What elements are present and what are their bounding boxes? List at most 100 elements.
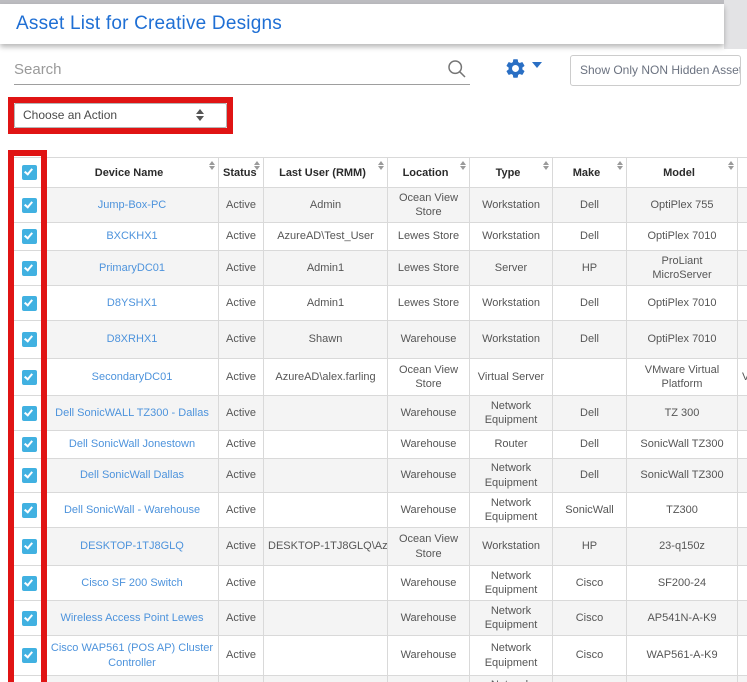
device-name-link[interactable]: BXCKHX1	[45, 222, 219, 251]
cell-status: Active	[218, 187, 264, 223]
sort-icon[interactable]	[209, 161, 215, 170]
checkmark-icon	[23, 370, 33, 381]
row-checkbox[interactable]	[21, 437, 37, 452]
row-checkbox[interactable]	[21, 468, 37, 483]
cell-clipped: V	[737, 358, 747, 396]
table-row: Cisco WAP561 (Device AP) Active Warehous…	[12, 675, 747, 682]
row-checkbox-cell	[12, 458, 46, 493]
cell-model: WAP561-A-K9	[626, 675, 738, 682]
row-checkbox[interactable]	[21, 610, 37, 626]
title-card: Asset List for Creative Designs	[0, 4, 724, 44]
cell-location: Warehouse	[387, 458, 470, 493]
cell-make: Dell	[552, 458, 627, 493]
device-name-link[interactable]: Dell SonicWALL TZ300 - Dallas	[45, 395, 219, 431]
cell-location: Warehouse	[387, 600, 470, 636]
row-checkbox[interactable]	[21, 539, 37, 554]
device-name-link[interactable]: Cisco WAP561 (Device AP)	[45, 675, 219, 682]
row-checkbox-cell	[12, 635, 46, 676]
cell-make: Cisco	[552, 600, 627, 636]
device-name-link[interactable]: Cisco WAP561 (POS AP) Cluster Controller	[45, 635, 219, 676]
checkmark-icon	[23, 166, 33, 176]
device-name-link[interactable]: SecondaryDC01	[45, 358, 219, 396]
header-type[interactable]: Type	[469, 157, 553, 188]
search-input[interactable]	[14, 56, 444, 82]
sort-icon[interactable]	[543, 161, 549, 170]
choose-an-action-select[interactable]: Choose an Action	[14, 103, 227, 128]
cell-last-user: Admin	[263, 187, 388, 223]
cell-status: Active	[218, 527, 264, 566]
device-name-link[interactable]: D8XRHX1	[45, 320, 219, 359]
cell-last-user: AzureAD\alex.farling	[263, 358, 388, 396]
device-name-link[interactable]: Cisco SF 200 Switch	[45, 565, 219, 601]
cell-status: Active	[218, 250, 264, 286]
cell-type: Workstation	[469, 187, 553, 223]
cell-status: Active	[218, 458, 264, 493]
cell-make: Dell	[552, 430, 627, 459]
row-checkbox[interactable]	[21, 197, 37, 213]
row-checkbox[interactable]	[21, 369, 37, 385]
row-checkbox[interactable]	[21, 648, 37, 663]
checkmark-icon	[23, 611, 33, 622]
row-checkbox[interactable]	[21, 405, 37, 421]
row-checkbox[interactable]	[21, 502, 37, 518]
device-name-link[interactable]: Jump-Box-PC	[45, 187, 219, 223]
cell-location: Lewes Store	[387, 250, 470, 286]
cell-make: Cisco	[552, 675, 627, 682]
row-checkbox-cell	[12, 565, 46, 601]
header-label: Model	[663, 166, 695, 179]
sort-icon[interactable]	[728, 161, 734, 170]
sort-icon[interactable]	[617, 161, 623, 170]
sort-icon[interactable]	[254, 161, 260, 170]
device-name-link[interactable]: DESKTOP-1TJ8GLQ	[45, 527, 219, 566]
header-label: Status	[223, 166, 257, 179]
row-checkbox-cell	[12, 430, 46, 459]
cell-clipped	[737, 250, 747, 286]
sort-icon[interactable]	[460, 161, 466, 170]
action-select-value: Choose an Action	[23, 108, 118, 122]
checkmark-icon	[23, 333, 33, 343]
row-checkbox[interactable]	[21, 260, 37, 276]
page-title: Asset List for Creative Designs	[16, 13, 282, 34]
device-name-link[interactable]: D8YSHX1	[45, 285, 219, 321]
cell-model: SF200-24	[626, 565, 738, 601]
checkmark-icon	[23, 649, 33, 659]
checkmark-icon	[23, 503, 33, 514]
device-name-link[interactable]: PrimaryDC01	[45, 250, 219, 286]
checkmark-icon	[23, 469, 33, 479]
cell-status: Active	[218, 675, 264, 682]
device-name-link[interactable]: Dell SonicWall - Warehouse	[45, 492, 219, 528]
header-status[interactable]: Status	[218, 157, 264, 188]
header-location[interactable]: Location	[387, 157, 470, 188]
sort-icon[interactable]	[378, 161, 384, 170]
asset-visibility-filter[interactable]: Show Only NON Hidden Assets	[570, 55, 741, 86]
cell-clipped	[737, 430, 747, 459]
settings-menu-button[interactable]	[504, 57, 542, 81]
row-checkbox[interactable]	[21, 575, 37, 591]
cell-status: Active	[218, 395, 264, 431]
device-name-link[interactable]: Dell SonicWall Dallas	[45, 458, 219, 493]
header-last-user[interactable]: Last User (RMM)	[263, 157, 388, 188]
header-make[interactable]: Make	[552, 157, 627, 188]
cell-make: Cisco	[552, 565, 627, 601]
device-name-link[interactable]: Dell SonicWall Jonestown	[45, 430, 219, 459]
cell-last-user	[263, 492, 388, 528]
cell-last-user	[263, 395, 388, 431]
table-row: SecondaryDC01 Active AzureAD\alex.farlin…	[12, 358, 747, 396]
select-all-checkbox[interactable]	[21, 165, 37, 180]
header-model[interactable]: Model	[626, 157, 738, 188]
search-icon[interactable]	[447, 59, 467, 79]
row-checkbox[interactable]	[21, 295, 37, 311]
header-label: Location	[402, 166, 449, 179]
cell-location: Lewes Store	[387, 285, 470, 321]
cell-clipped	[737, 285, 747, 321]
row-checkbox[interactable]	[21, 332, 37, 347]
row-checkbox[interactable]	[21, 229, 37, 244]
table-row: DESKTOP-1TJ8GLQ Active DESKTOP-1TJ8GLQ\A…	[12, 527, 747, 566]
header-device-name[interactable]: Device Name	[45, 157, 219, 188]
cell-location: Ocean View Store	[387, 187, 470, 223]
checkmark-icon	[23, 230, 33, 240]
cell-clipped	[737, 565, 747, 601]
device-name-link[interactable]: Wireless Access Point Lewes	[45, 600, 219, 636]
cell-model: OptiPlex 7010	[626, 285, 738, 321]
row-checkbox-cell	[12, 187, 46, 223]
